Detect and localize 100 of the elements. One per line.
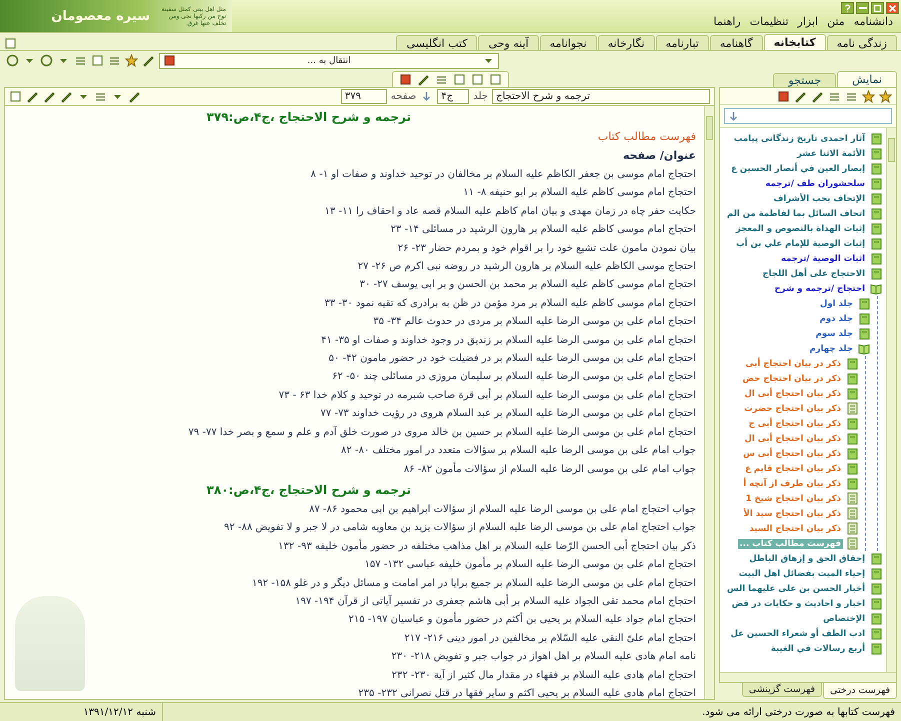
- panel-tab[interactable]: نمایش: [837, 71, 897, 87]
- contents-entry[interactable]: جواب احتجاج امام على بن موسى الرضا عليه السلام از سؤالات ابراهيم بن ابى محمود ۸۶- ۸۷: [309, 504, 696, 515]
- section-tab[interactable]: گاهنامه: [710, 35, 763, 50]
- contents-entry[interactable]: احتجاج امام موسى كاظم عليه السلام بر هارون الرشيد در مسائلى ۱۴- ۲۳: [390, 224, 696, 236]
- logo-title: سیره معصومان: [51, 8, 150, 24]
- scrollbar[interactable]: [704, 106, 714, 699]
- contents-entry[interactable]: احتجاج امام موسى كاظم عليه السلام بر محمد بن الحسن و بر ابى يوسف ۲۷- ۳۰: [360, 279, 696, 290]
- tree-item[interactable]: إحقاق الحق و إزهاق الباطل: [747, 554, 867, 564]
- panel-tab[interactable]: فهرست گزینشی: [742, 683, 822, 697]
- view-icon[interactable]: [489, 73, 502, 86]
- contents-entry[interactable]: احتجاج امام على بن موسى الرضا عليه السلام بر أبى قرة صاحب شبرمه در توحيد و كلام خدا ۶۳ - ۷۳: [278, 390, 696, 401]
- contents-entry[interactable]: بيان نمودن مامون علت تشيع خود را بر اقوام خود و بمردم حضار ۲۳- ۲۶: [398, 242, 696, 254]
- contents-entry[interactable]: جواب امام على بن موسى الرضا عليه السلام از سؤالات مأمون ۸۲- ۸۶: [404, 464, 696, 474]
- book-icon: [870, 597, 883, 610]
- tree-item[interactable]: الإتحاف بحب الأشراف: [771, 194, 867, 204]
- contents-entry[interactable]: احتجاج امام محمد تقى الجواد عليه السلام بر أبى هاشم جعفرى در تفسير آياتى از قرآن ۱۹۴- ۱۹۷: [295, 596, 696, 607]
- section-tab[interactable]: کتب انگلیسی: [396, 35, 478, 50]
- contents-entry[interactable]: احتجاج امام على بن موسى الرضا عليه السلام بر در فضيلت خود در حضور مامون ۴۲- ۵۰: [328, 353, 696, 364]
- contents-entry[interactable]: نامه امام هادى عليه السلام بر اهل اهواز در جواب جبر و تفويض ۲۱۸- ۲۳۰: [391, 651, 696, 662]
- book-field[interactable]: ترجمه و شرح الاحتجاج: [492, 89, 710, 104]
- search-field[interactable]: [724, 108, 892, 124]
- section-tab[interactable]: نگارخانه: [598, 35, 655, 50]
- tree-item[interactable]: إحياء الميت بفضائل اهل البيت: [736, 568, 867, 578]
- contents-entry[interactable]: احتجاج امام جواد عليه السلام بر يحيى بن أكثم در حضور مأمون و عباسيان ۱۹۷- ۲۱۵: [348, 614, 696, 626]
- book-icon: [870, 177, 883, 190]
- panel-tab[interactable]: فهرست درختی: [823, 683, 897, 699]
- minimize-button[interactable]: [856, 2, 869, 14]
- book-icon: [870, 552, 883, 565]
- tree-item[interactable]: جلد سوم: [814, 328, 855, 338]
- tree-item[interactable]: اخبار و احادیث و حکایات در فض: [730, 598, 867, 608]
- contents-entry[interactable]: احتجاج امام على بن موسى الرضا عليه السلام بر حسين بن خالد مروى در صورت خلق آدم و علم و سمع و بصر خدا ۷۷- ۷۹: [188, 426, 696, 438]
- page-icon: [846, 402, 859, 415]
- menu-item[interactable]: متن: [827, 15, 845, 28]
- tree-item[interactable]: الإختصاص: [821, 614, 867, 624]
- section-tab[interactable]: تبارنامه: [656, 35, 709, 50]
- page-icon: [846, 507, 859, 520]
- status-message: فهرست کتابها به صورت درختی ارائه می شود.: [702, 706, 895, 718]
- menu-item[interactable]: ابزار: [798, 15, 818, 28]
- view-icon[interactable]: [471, 73, 484, 86]
- page-label: صفحه: [390, 91, 416, 102]
- book-icon: [846, 387, 859, 400]
- menu-item[interactable]: راهنما: [714, 15, 741, 28]
- maximize-button[interactable]: [871, 2, 884, 14]
- tree-item[interactable]: الاحتجاج على أهل اللجاج: [760, 268, 867, 278]
- contents-entry[interactable]: احتجاج امام على بن موسى الرضا عليه السلام بر جميع برايا در امر امامت و مسائل ديگر و در غلو ۱۵۸- ۱۹۲: [252, 578, 696, 589]
- panel-tab[interactable]: جستجو: [773, 73, 836, 87]
- tree-item[interactable]: سلحشوران طف /ترجمه: [763, 178, 867, 188]
- section-tab[interactable]: نجوانامه: [540, 35, 597, 50]
- tree-item[interactable]: احتجاج /ترجمه و شرح: [772, 284, 867, 294]
- contents-entry[interactable]: احتجاج امام علىّ النقى عليه السّلام بر مخالفين در امور دينى ۲۱۶- ۲۱۷: [404, 632, 696, 644]
- page-icon: [846, 492, 859, 505]
- open-book-icon[interactable]: [858, 342, 871, 355]
- contents-entry[interactable]: جواب امام على بن موسى الرضا عليه السلام بر سؤالات متعدد در امور مختلف ۸۰- ۸۲: [341, 445, 696, 456]
- scrollbar[interactable]: [886, 128, 896, 672]
- tree-item[interactable]: الأئمة الاثنا عشر: [794, 148, 867, 158]
- page-heading: ترجمه و شرح الاحتجاج ،ج۴،ص:۳۸۰: [206, 482, 411, 497]
- contents-entry[interactable]: احتجاج موسى الكاظم عليه السلام بر هارون الرشيد در روضه نبى اكرم ص ۲۶- ۲۷: [358, 261, 696, 272]
- contents-entry[interactable]: ذكر بيان احتجاج أبى الحسن الرّضا عليه السلام بر اهل مذاهب مختلفه در حضور مأمون خليفه ۹۳- ۱۳۲: [278, 540, 696, 552]
- tree-item[interactable]: آثار احمدی تاریخ زندگانی پیامب: [732, 134, 867, 144]
- section-tab[interactable]: زندگی نامه: [826, 35, 897, 50]
- tree-item[interactable]: جلد چهارم: [807, 344, 855, 354]
- tree-item[interactable]: إبصار العين في أنصار الحسين ع: [729, 164, 867, 174]
- book-icon: [870, 642, 883, 655]
- contents-entry[interactable]: احتجاج امام على بن موسى الرضا عليه السلام بر زنديق در وجود خداوند و صفات او ۳۵- ۴۱: [321, 334, 696, 346]
- page-field[interactable]: ۳۷۹: [340, 89, 387, 104]
- volume-field[interactable]: ج۴: [437, 89, 470, 104]
- contents-entry[interactable]: جواب احتجاج امام على بن موسى الرضا عليه السلام از سؤالات يزيد بن معاويه شامى در لا جبر و لا تفويض ۸۸- ۹۲: [224, 522, 696, 534]
- section-tab[interactable]: آینه وحی: [478, 35, 539, 50]
- contents-entry[interactable]: احتجاج امام على بن موسى الرضا عليه السلام بر سليمان مروزى در مسائلى چند ۵۰- ۶۲: [332, 371, 696, 382]
- book-icon: [858, 297, 871, 310]
- menu-item[interactable]: دانشنامه: [854, 15, 893, 28]
- open-book-icon[interactable]: [870, 282, 883, 295]
- section-tab[interactable]: کتابخانه: [764, 34, 826, 50]
- goto-dropdown[interactable]: انتقال به ...: [159, 52, 499, 68]
- tree-item[interactable]: اتحاف السائل بما لفاطمة من الم: [725, 208, 867, 218]
- tree-item[interactable]: اثبات الوصية /ترجمه: [778, 254, 867, 264]
- contents-entry[interactable]: حكايت حفر چاه در زمان مهدى و بيان امام كاظم عليه السلام قصه عاد و احقاف را ۱۱- ۱۳: [324, 206, 696, 217]
- tree-item[interactable]: ادب الطف أو شعراء الحسين عل: [728, 628, 867, 638]
- contents-entry[interactable]: احتجاج امام على بن موسى الرضا عليه السلام بر مردى در حدوث عالم ۳۴- ۳۵: [373, 316, 696, 328]
- tree-item[interactable]: أربع رسالات في الغيبة: [768, 644, 867, 654]
- contents-entry[interactable]: احتجاج امام على بن موسى الرضا عليه السلام بر مأمون خليفه عباسى ۱۳۲- ۱۵۷: [364, 559, 696, 570]
- close-button[interactable]: [886, 2, 899, 14]
- contents-entry[interactable]: احتجاج امام هادى عليه السلام بر فقهاء در مقدار مال كثير از آية ۲۳۰- ۲۳۲: [392, 670, 696, 681]
- scrollbar[interactable]: [720, 672, 896, 682]
- book-icon: [870, 267, 883, 280]
- tree-item[interactable]: جلد اول: [818, 298, 855, 308]
- star-icon[interactable]: [125, 54, 138, 67]
- tree-item[interactable]: إثبات الهداة بالنصوص و المعجز: [734, 224, 867, 234]
- tree-item[interactable]: أخبار الحسن بن على عليهما الس: [724, 584, 867, 594]
- tree-item[interactable]: جلد دوم: [818, 314, 855, 324]
- tree-item[interactable]: إثبات الوصية للإمام علي بن أب: [734, 238, 867, 248]
- view-icon[interactable]: [453, 73, 466, 86]
- book-icon: [846, 432, 859, 445]
- contents-entry[interactable]: احتجاج امام موسى بن جعفر الكاظم عليه السلام بر مخالفان در توحيد خداوند و صفات او ۱- ۸: [310, 169, 696, 180]
- contents-entry[interactable]: احتجاج امام على بن موسى الرضا عليه السلام بر عبد السلام هروى در رؤيت خداوند ۷۳- ۷۷: [320, 408, 696, 420]
- menu-item[interactable]: تنظیمات: [750, 15, 789, 28]
- page-icon: [846, 537, 859, 550]
- contents-entry[interactable]: احتجاج امام هادى عليه السلام بر يحيى اكثم و ساير فقها در قتل نصرانى ۲۳۲- ۲۳۵: [358, 688, 696, 699]
- contents-entry[interactable]: احتجاج امام موسى كاظم عليه السلام بر ابو حنيفه ۸- ۱۱: [463, 187, 696, 198]
- contents-entry[interactable]: احتجاج امام موسى كاظم عليه السلام بر مرد مؤمن در ظن به برادرى كه تقيه نمود ۳۰- ۳۳: [324, 298, 696, 309]
